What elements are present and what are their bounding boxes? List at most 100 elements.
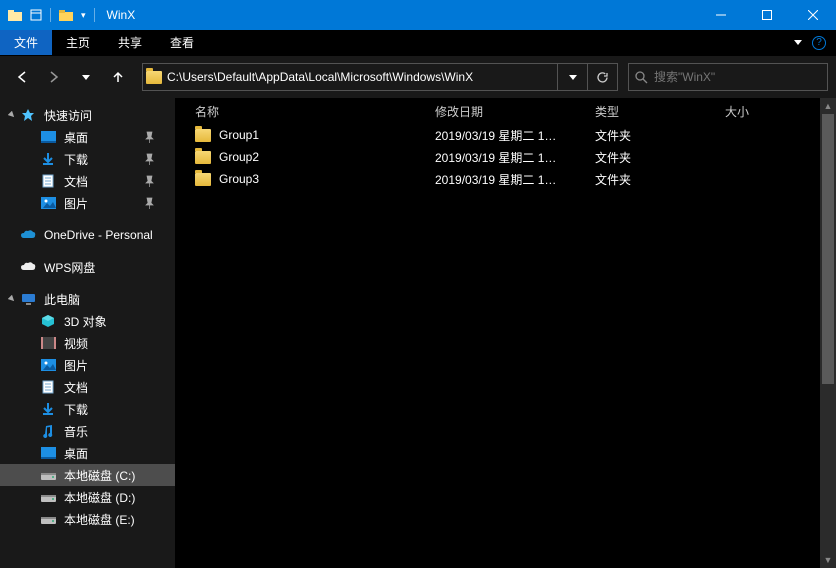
column-date[interactable]: 修改日期 [435,103,595,120]
folder-icon [195,129,211,142]
sidebar-thispc-item[interactable]: 图片 [0,354,175,376]
folder-icon [143,71,165,84]
sidebar-this-pc-label: 此电脑 [44,291,80,308]
file-type: 文件夹 [595,127,725,144]
column-type[interactable]: 类型 [595,103,725,120]
drive-icon [40,511,56,527]
search-box[interactable] [628,63,828,91]
sidebar-item-label: 本地磁盘 (C:) [64,467,135,484]
folder-icon [8,9,22,21]
divider [94,8,95,22]
help-icon[interactable]: ? [812,36,826,50]
download-icon [40,151,56,167]
desktop-icon [40,129,56,145]
sidebar-quick-item[interactable]: 下载 [0,148,175,170]
address-dropdown-button[interactable] [557,64,587,90]
pictures-icon [40,357,56,373]
ribbon-tab-home[interactable]: 主页 [52,30,104,55]
maximize-button[interactable] [744,0,790,30]
music-icon [40,423,56,439]
sidebar-onedrive[interactable]: OneDrive - Personal [0,224,175,246]
pictures-icon [40,195,56,211]
column-headers: 名称 修改日期 类型 大小 [175,98,836,124]
file-name: Group1 [219,128,259,142]
ribbon-tab-view[interactable]: 查看 [156,30,208,55]
cloud-icon [20,227,36,243]
star-icon [20,107,36,123]
sidebar-thispc-item[interactable]: 音乐 [0,420,175,442]
nav-forward-button[interactable] [40,63,68,91]
file-list[interactable]: 名称 修改日期 类型 大小 Group12019/03/19 星期二 1…文件夹… [175,98,836,568]
sidebar-item-label: 文档 [64,173,88,190]
ribbon-tab-share[interactable]: 共享 [104,30,156,55]
sidebar-wps-label: WPS网盘 [44,259,95,276]
pin-icon [145,131,155,143]
sidebar-wps[interactable]: WPS网盘 [0,256,175,278]
nav-back-button[interactable] [8,63,36,91]
window-controls [698,0,836,30]
navigation-pane[interactable]: 快速访问 桌面下载文档图片 OneDrive - Personal WPS网盘 … [0,98,175,568]
close-button[interactable] [790,0,836,30]
sidebar-item-label: 音乐 [64,423,88,440]
sidebar-thispc-item[interactable]: 文档 [0,376,175,398]
sidebar-item-label: 视频 [64,335,88,352]
address-bar[interactable] [142,63,618,91]
sidebar-thispc-item[interactable]: 3D 对象 [0,310,175,332]
sidebar-thispc-item[interactable]: 视频 [0,332,175,354]
sidebar-quick-access[interactable]: 快速访问 [0,104,175,126]
file-row[interactable]: Group32019/03/19 星期二 1…文件夹 [175,168,836,190]
sidebar-item-label: 图片 [64,357,88,374]
column-size[interactable]: 大小 [725,103,805,120]
titlebar-quick-access: ▾ [0,8,95,22]
file-name: Group2 [219,150,259,164]
sidebar-thispc-item[interactable]: 本地磁盘 (E:) [0,508,175,530]
scroll-down-button[interactable]: ▼ [820,552,836,568]
sidebar-item-label: 桌面 [64,129,88,146]
nav-recent-dropdown[interactable] [72,63,100,91]
refresh-button[interactable] [587,64,617,90]
scroll-thumb[interactable] [822,114,834,384]
sidebar-thispc-item[interactable]: 下载 [0,398,175,420]
sidebar-item-label: 下载 [64,401,88,418]
expand-icon[interactable] [6,293,18,305]
scroll-up-button[interactable]: ▲ [820,98,836,114]
sidebar-thispc-item[interactable]: 桌面 [0,442,175,464]
pin-icon [145,197,155,209]
nav-up-button[interactable] [104,63,132,91]
titlebar: ▾ WinX [0,0,836,30]
address-input[interactable] [165,64,557,90]
pin-icon [145,175,155,187]
sidebar-thispc-item[interactable]: 本地磁盘 (D:) [0,486,175,508]
file-date: 2019/03/19 星期二 1… [435,149,595,166]
sidebar-item-label: 图片 [64,195,88,212]
sidebar-quick-item[interactable]: 图片 [0,192,175,214]
3d-icon [40,313,56,329]
sidebar-quick-item[interactable]: 文档 [0,170,175,192]
column-name[interactable]: 名称 [195,103,435,120]
desktop-icon [40,445,56,461]
file-type: 文件夹 [595,171,725,188]
sidebar-thispc-item[interactable]: 本地磁盘 (C:) [0,464,175,486]
file-row[interactable]: Group22019/03/19 星期二 1…文件夹 [175,146,836,168]
minimize-button[interactable] [698,0,744,30]
search-input[interactable] [654,70,821,84]
video-icon [40,335,56,351]
sidebar-onedrive-label: OneDrive - Personal [44,228,153,242]
properties-icon[interactable] [30,9,42,21]
nav-toolbar [0,56,836,98]
vertical-scrollbar[interactable]: ▲ ▼ [820,98,836,568]
sidebar-this-pc[interactable]: 此电脑 [0,288,175,310]
ribbon: 文件 主页 共享 查看 ? [0,30,836,56]
file-date: 2019/03/19 星期二 1… [435,171,595,188]
sidebar-quick-access-label: 快速访问 [44,107,92,124]
sidebar-item-label: 本地磁盘 (D:) [64,489,135,506]
qa-dropdown-icon[interactable]: ▾ [81,10,86,21]
drive-icon [40,489,56,505]
file-row[interactable]: Group1 2019/03/19 星期二 1…文件夹 [175,124,836,146]
pc-icon [20,291,36,307]
expand-icon[interactable] [6,109,18,121]
ribbon-collapse-icon[interactable] [794,40,802,45]
file-date: 2019/03/19 星期二 1… [435,127,595,144]
ribbon-file-tab[interactable]: 文件 [0,30,52,55]
sidebar-quick-item[interactable]: 桌面 [0,126,175,148]
